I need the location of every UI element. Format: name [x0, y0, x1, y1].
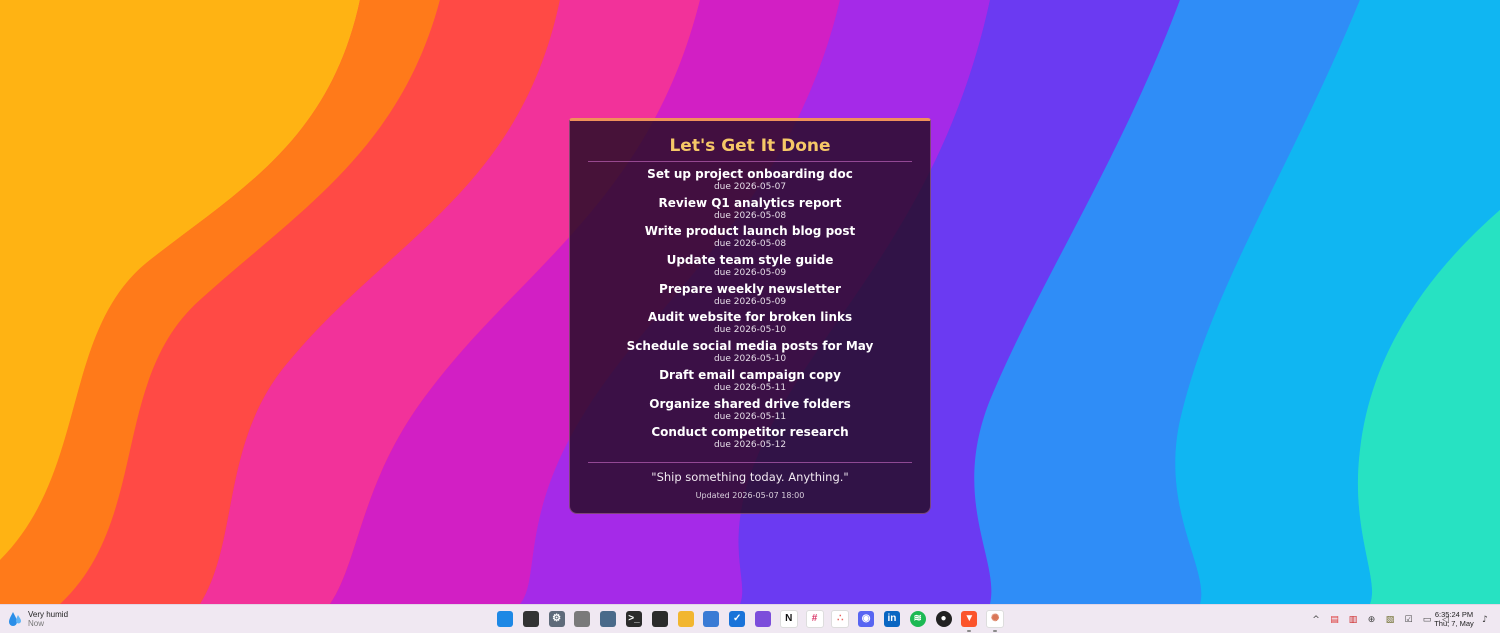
usb-drive-icon [574, 611, 591, 627]
task-name: Prepare weekly newsletter [659, 281, 841, 296]
taskbar: Very humid Now ⚙ >_ ✓ N # ∴ ◉ in ≋ ● ▼ ✺ ^ ▤ ▥ ⊕ ▧ ☑ ▭ ◁ 6… [0, 604, 1500, 633]
task-due-date: due 2026-05-12 [713, 440, 787, 451]
brave-icon: ▼ [961, 611, 978, 627]
slack-icon: # [805, 610, 824, 628]
calendar-app-icon[interactable]: ▥ [1347, 614, 1359, 626]
claude-icon: ✺ [986, 610, 1005, 628]
notion-icon: N [779, 610, 798, 628]
notification-bell-icon[interactable]: ♪ [1480, 615, 1490, 625]
task-view-icon [522, 611, 539, 627]
clock-date: Thu, 7, May [1434, 619, 1474, 628]
task-name: Conduct competitor research [651, 425, 849, 440]
pdf-app-icon[interactable]: ▤ [1329, 614, 1341, 626]
clock[interactable]: 6:35:24 PM Thu, 7, May [1432, 610, 1476, 628]
notion-taskbar-button[interactable]: N [778, 608, 800, 630]
chevron-up-icon[interactable]: ^ [1310, 614, 1322, 626]
asana-icon: ∴ [831, 610, 850, 628]
todo-taskbar-button[interactable]: ✓ [726, 608, 748, 630]
file-explorer-icon [677, 611, 694, 627]
task-name: Schedule social media posts for May [626, 339, 874, 354]
task-item: Conduct competitor research due 2026-05-1… [570, 425, 930, 454]
task-due-date: due 2026-05-09 [713, 268, 787, 279]
task-item: Write product launch blog post due 2026-0… [570, 224, 930, 253]
linkedin-icon: in [883, 611, 900, 627]
linkedin-taskbar-button[interactable]: in [881, 608, 903, 630]
task-view-taskbar-button[interactable] [520, 608, 542, 630]
running-indicator [993, 630, 998, 632]
file-explorer-taskbar-button[interactable] [675, 608, 697, 630]
task-item: Prepare weekly newsletter due 2026-05-09 [570, 282, 930, 311]
task-name: Organize shared drive folders [649, 396, 851, 411]
task-due-date: due 2026-05-07 [713, 182, 787, 192]
task-item: Update team style guide due 2026-05-09 [570, 253, 930, 282]
todo-icon: ✓ [729, 611, 746, 627]
network-globe-icon[interactable]: ⊕ [1366, 614, 1378, 626]
task-due-date: due 2026-05-08 [713, 210, 787, 221]
task-item: Draft email campaign copy due 2026-05-11 [570, 368, 930, 397]
sticky-notes-icon [651, 611, 668, 627]
slack-taskbar-button[interactable]: # [804, 608, 826, 630]
terminal-icon: >_ [625, 611, 642, 627]
app-tray-icon[interactable]: ▧ [1384, 614, 1396, 626]
task-list: Set up project onboarding doc due 2026-05… [570, 167, 930, 454]
weather-time: Now [28, 619, 45, 628]
todo-widget: Let's Get It Done Set up project onboard… [569, 118, 931, 514]
security-icon[interactable]: ☑ [1403, 614, 1415, 626]
start-taskbar-button[interactable] [494, 608, 516, 630]
task-name: Audit website for broken links [647, 310, 853, 325]
task-item: Set up project onboarding doc due 2026-05… [570, 167, 930, 196]
task-item: Audit website for broken links due 2026-0… [570, 310, 930, 339]
notepad-icon [703, 611, 720, 627]
github-icon: ● [935, 611, 952, 627]
spotify-icon: ≋ [909, 611, 926, 627]
title-divider [588, 161, 912, 162]
discord-taskbar-button[interactable]: ◉ [855, 608, 877, 630]
motivational-quote: "Ship something today. Anything." [651, 469, 849, 484]
calculator-taskbar-button[interactable] [597, 608, 619, 630]
clock-time: 6:35:24 PM [1434, 610, 1474, 619]
task-name: Write product launch blog post [644, 224, 856, 239]
weather-widget[interactable]: Very humid Now [8, 608, 68, 630]
settings-icon: ⚙ [548, 611, 565, 627]
running-indicator [967, 630, 972, 632]
settings-taskbar-button[interactable]: ⚙ [546, 608, 568, 630]
terminal-taskbar-button[interactable]: >_ [623, 608, 645, 630]
task-item: Schedule social media posts for May due 2… [570, 339, 930, 368]
sticky-notes-taskbar-button[interactable] [649, 608, 671, 630]
task-name: Draft email campaign copy [659, 367, 841, 382]
quote-divider [588, 461, 912, 463]
start-icon [497, 611, 513, 627]
brave-taskbar-button[interactable]: ▼ [958, 608, 980, 632]
notepad-taskbar-button[interactable] [700, 608, 722, 630]
obsidian-icon [754, 611, 771, 627]
taskbar-apps: ⚙ >_ ✓ N # ∴ ◉ in ≋ ● ▼ ✺ [494, 608, 1010, 632]
widget-title: Let's Get It Done [669, 136, 831, 156]
weather-condition: Very humid [28, 610, 69, 619]
task-name: Review Q1 analytics report [658, 195, 842, 210]
last-updated: Updated 2026-05-07 18:00 [695, 490, 805, 500]
task-name: Set up project onboarding doc [647, 167, 853, 181]
asana-taskbar-button[interactable]: ∴ [829, 608, 851, 630]
water-drop-icon [9, 612, 21, 626]
obsidian-taskbar-button[interactable] [752, 608, 774, 630]
github-taskbar-button[interactable]: ● [933, 608, 955, 630]
usb-drive-taskbar-button[interactable] [571, 608, 593, 630]
task-due-date: due 2026-05-11 [713, 382, 787, 393]
claude-taskbar-button[interactable]: ✺ [984, 608, 1006, 632]
task-name: Update team style guide [666, 253, 834, 268]
task-item: Organize shared drive folders due 2026-05… [570, 397, 930, 426]
task-due-date: due 2026-05-08 [713, 239, 787, 250]
task-due-date: due 2026-05-10 [713, 325, 787, 336]
task-due-date: due 2026-05-10 [713, 354, 787, 365]
spotify-taskbar-button[interactable]: ≋ [907, 608, 929, 630]
discord-icon: ◉ [858, 611, 875, 627]
task-item: Review Q1 analytics report due 2026-05-08 [570, 196, 930, 225]
calculator-icon [600, 611, 617, 627]
task-due-date: due 2026-05-11 [713, 411, 787, 422]
task-due-date: due 2026-05-09 [713, 296, 787, 307]
